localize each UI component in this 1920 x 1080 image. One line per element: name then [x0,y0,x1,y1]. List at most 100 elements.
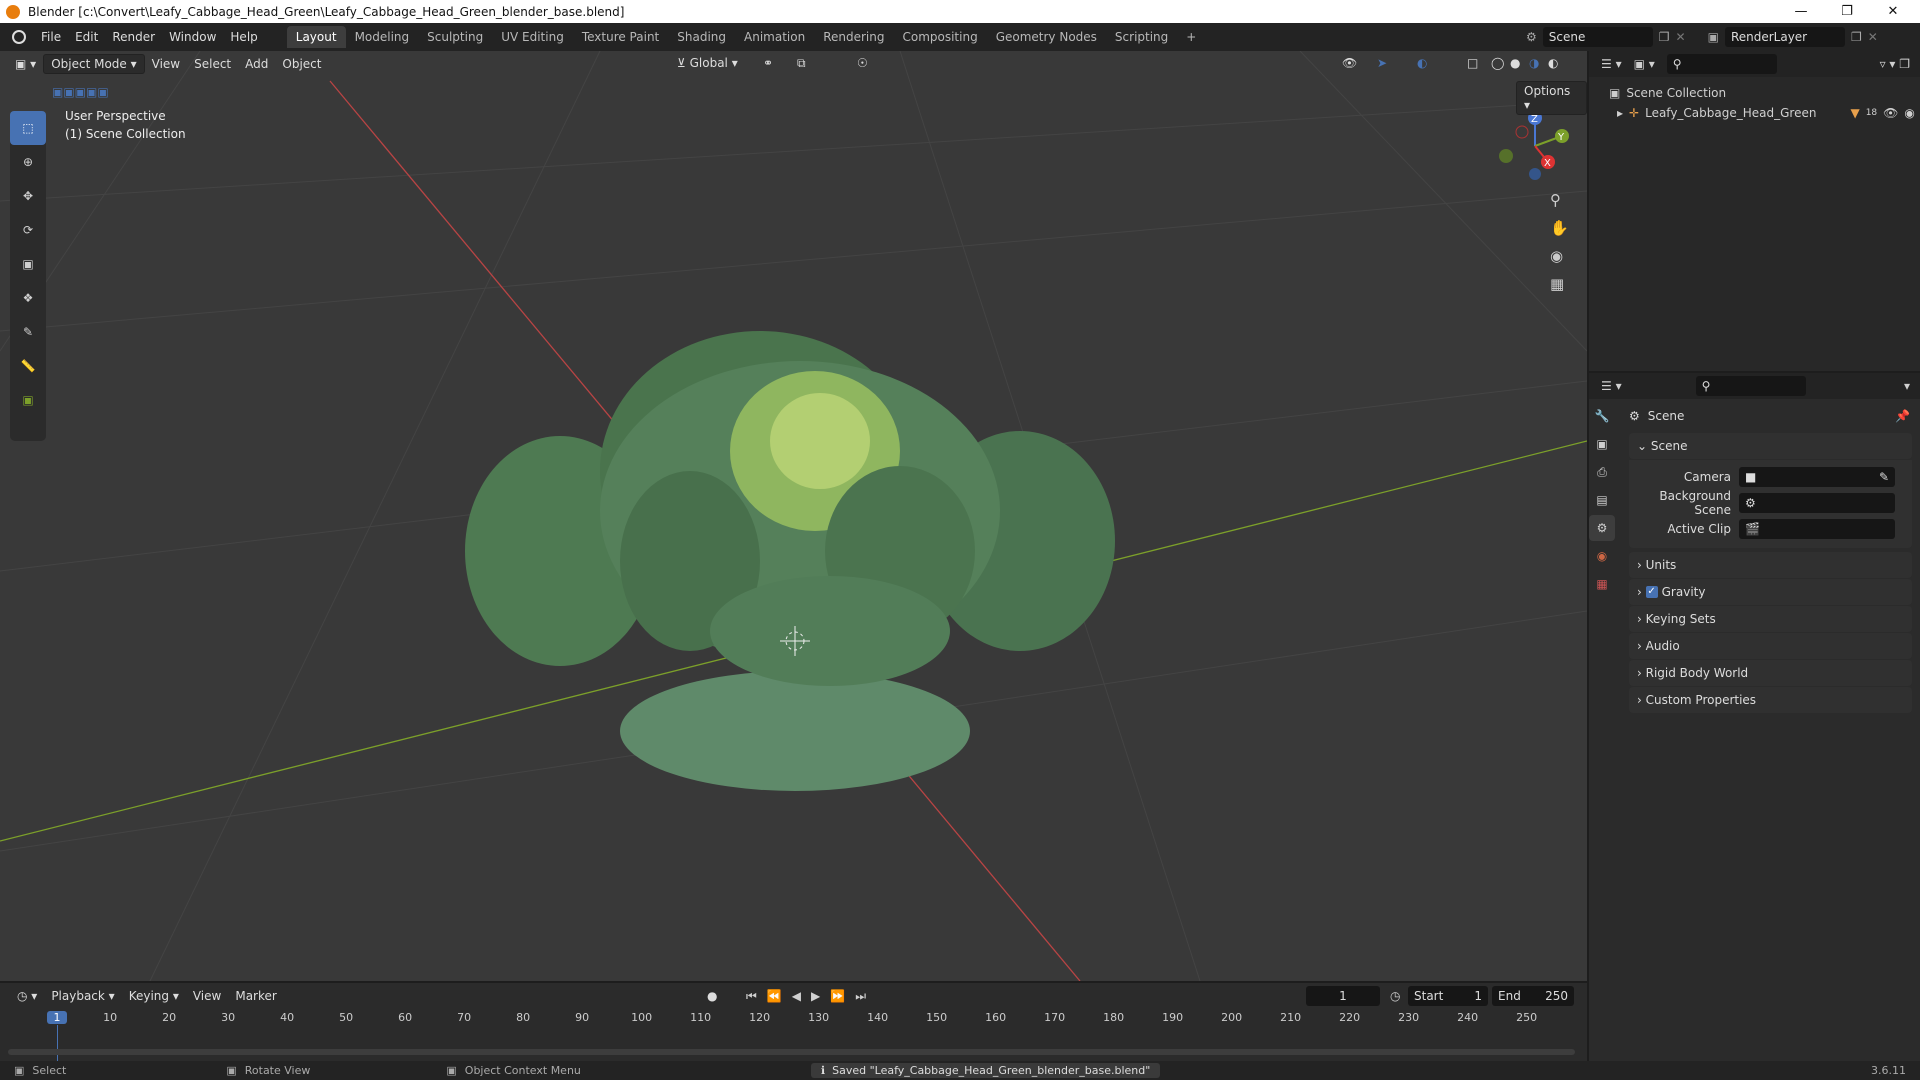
custom-properties-panel[interactable]: › Custom Properties [1629,687,1912,713]
tab-uv-editing[interactable]: UV Editing [492,26,573,48]
transform-orientation-dropdown[interactable]: ⊻ Global ▾ [670,54,745,72]
view-layer-tab-icon[interactable]: ▤ [1589,487,1615,513]
new-scene-icon[interactable]: ❐ [1659,30,1670,44]
camera-view-icon[interactable]: ◉ [1550,247,1569,265]
next-keyframe-icon[interactable]: ⏩ [830,989,845,1004]
active-clip-field[interactable]: 🎬 [1739,519,1895,539]
scene-selector[interactable]: Scene [1542,27,1653,47]
scale-tool[interactable]: ▣ [10,247,46,281]
mode-dropdown[interactable]: Object Mode ▾ [43,54,145,74]
play-reverse-icon[interactable]: ◀ [792,989,801,1004]
menu-object[interactable]: Object [275,55,328,73]
play-icon[interactable]: ▶ [811,989,820,1004]
gravity-checkbox[interactable]: ✓ [1645,586,1658,598]
menu-select[interactable]: Select [187,55,238,73]
rigid-body-world-panel[interactable]: › Rigid Body World [1629,660,1912,686]
restore-icon[interactable]: ❐ [1824,0,1870,23]
blender-menu-icon[interactable] [12,30,26,44]
move-tool[interactable]: ✥ [10,179,46,213]
add-workspace-icon[interactable]: + [1177,26,1205,48]
eye-visibility-icon[interactable]: 👁 [1883,106,1898,120]
gizmo-toggle-icon[interactable]: ➤ [1370,54,1394,72]
snap-icon[interactable]: ⧉ [790,54,813,73]
remove-scene-icon[interactable]: ✕ [1676,30,1686,44]
properties-editor-icon[interactable]: ☰ ▾ [1601,379,1622,393]
units-panel[interactable]: › Units [1629,552,1912,578]
background-scene-field[interactable]: ⚙ [1739,493,1895,513]
display-mode-icon[interactable]: ▣ ▾ [1634,57,1655,71]
jump-start-icon[interactable]: ⏮ [746,989,757,1004]
tab-layout[interactable]: Layout [286,26,346,48]
menu-render[interactable]: Render [105,30,162,44]
menu-timeline-view[interactable]: View [186,987,228,1005]
select-box-tool[interactable]: ⬚ [10,111,46,145]
tab-scripting[interactable]: Scripting [1106,26,1177,48]
rendered-shading-icon[interactable]: ◐ [1541,54,1565,72]
measure-tool[interactable]: 📏 [10,349,46,383]
auto-key-icon[interactable]: ● [700,987,724,1005]
transform-tool[interactable]: ❖ [10,281,46,315]
minimize-icon[interactable]: — [1778,0,1824,23]
end-frame-field[interactable]: End 250 [1492,986,1574,1006]
eyedropper-icon[interactable]: ✎ [1879,470,1889,484]
visibility-icon[interactable]: 👁 [1335,54,1364,72]
tab-modeling[interactable]: Modeling [346,26,419,48]
zoom-icon[interactable]: ⚲ [1550,191,1569,209]
scene-tab-icon[interactable]: ⚙ [1589,515,1615,541]
annotate-tool[interactable]: ✎ [10,315,46,349]
expand-arrow-icon[interactable]: ▸ [1617,106,1623,120]
editor-type-icon[interactable]: ▣ ▾ [8,55,43,73]
current-frame-marker[interactable]: 1 [47,1011,67,1024]
add-cube-tool[interactable]: ▣ [10,383,46,417]
gravity-panel[interactable]: › ✓ Gravity [1629,579,1912,605]
tool-tab-icon[interactable]: 🔧 [1589,403,1615,429]
cabbage-model[interactable] [465,331,1115,791]
menu-view[interactable]: View [145,55,187,73]
menu-keying[interactable]: Keying ▾ [122,987,186,1005]
outliner-item[interactable]: ▸ ✛ Leafy_Cabbage_Head_Green ▼ 18 👁 ◉ [1589,103,1920,123]
remove-layer-icon[interactable]: ✕ [1868,30,1878,44]
tab-sculpting[interactable]: Sculpting [418,26,492,48]
overlay-toggle-icon[interactable]: ◐ [1410,54,1434,72]
output-tab-icon[interactable]: ⎙ [1589,459,1615,485]
menu-marker[interactable]: Marker [228,987,283,1005]
properties-options-icon[interactable]: ▾ [1904,379,1910,393]
tab-geometry-nodes[interactable]: Geometry Nodes [987,26,1106,48]
prev-keyframe-icon[interactable]: ⏪ [767,989,782,1004]
texture-tab-icon[interactable]: ▦ [1589,571,1615,597]
menu-window[interactable]: Window [162,30,223,44]
new-layer-icon[interactable]: ❐ [1851,30,1862,44]
tab-animation[interactable]: Animation [735,26,814,48]
timeline-scrollbar[interactable] [8,1049,1575,1055]
ortho-grid-icon[interactable]: ▦ [1550,275,1569,293]
menu-help[interactable]: Help [223,30,264,44]
outliner-scene-collection[interactable]: ▣ Scene Collection [1589,83,1920,103]
pivot-icon[interactable]: ⚭ [756,54,780,72]
render-camera-icon[interactable]: ◉ [1904,106,1914,120]
start-frame-field[interactable]: Start 1 [1408,986,1488,1006]
menu-playback[interactable]: Playback ▾ [44,987,121,1005]
jump-end-icon[interactable]: ⏭ [855,989,866,1004]
timeline-editor-icon[interactable]: ◷ ▾ [10,987,44,1005]
cursor-tool[interactable]: ⊕ [10,145,46,179]
stopwatch-icon[interactable]: ◷ [1390,989,1400,1003]
rotate-tool[interactable]: ⟳ [10,213,46,247]
tab-shading[interactable]: Shading [668,26,735,48]
outliner-editor-icon[interactable]: ☰ ▾ [1601,57,1622,71]
world-tab-icon[interactable]: ◉ [1589,543,1615,569]
close-icon[interactable]: ✕ [1870,0,1916,23]
pan-hand-icon[interactable]: ✋ [1550,219,1569,237]
options-button[interactable]: Options ▾ [1516,81,1587,115]
renderlayer-selector[interactable]: RenderLayer [1724,27,1845,47]
xray-icon[interactable]: □ [1460,54,1485,72]
tab-compositing[interactable]: Compositing [893,26,986,48]
timeline[interactable]: ◷ ▾ Playback ▾ Keying ▾ View Marker ● ⏮ … [0,983,1587,1061]
camera-field[interactable]: ■ ✎ [1739,467,1895,487]
scene-icon[interactable]: ⚙ [1526,30,1537,44]
menu-edit[interactable]: Edit [68,30,105,44]
pin-icon[interactable]: 📌 [1895,409,1910,423]
render-tab-icon[interactable]: ▣ [1589,431,1615,457]
audio-panel[interactable]: › Audio [1629,633,1912,659]
tab-rendering[interactable]: Rendering [814,26,893,48]
scene-panel-header[interactable]: ⌄ Scene [1629,433,1912,459]
